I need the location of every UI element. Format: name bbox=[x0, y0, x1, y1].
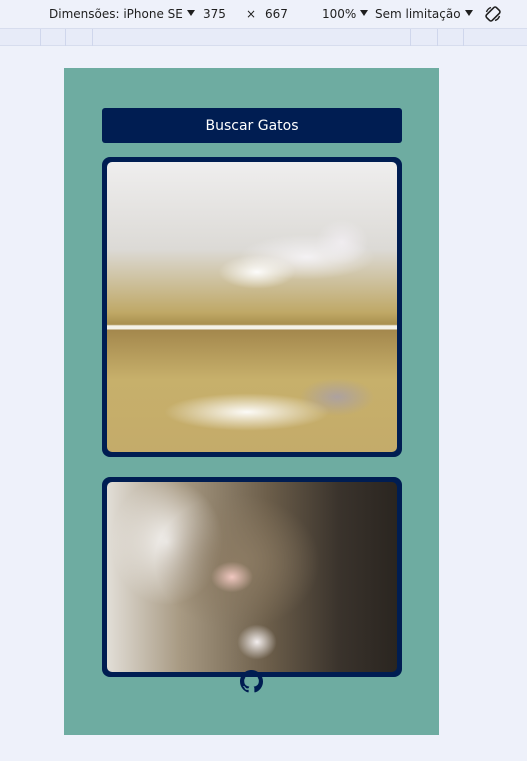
ruler-tick bbox=[92, 29, 93, 46]
device-viewport: Buscar Gatos bbox=[64, 68, 439, 735]
media-query-ruler bbox=[0, 28, 527, 46]
rotate-icon bbox=[485, 6, 501, 22]
github-link[interactable] bbox=[240, 670, 263, 693]
devtools-toolbar: Dimensões: iPhone SE 375 × 667 100% Sem … bbox=[0, 0, 527, 28]
chevron-down-icon bbox=[360, 10, 369, 16]
ruler-tick bbox=[65, 29, 66, 46]
ruler-tick bbox=[40, 29, 41, 46]
ruler-tick bbox=[437, 29, 438, 46]
chevron-down-icon bbox=[464, 10, 473, 16]
cat-photo bbox=[107, 482, 397, 672]
zoom-dropdown[interactable]: 100% bbox=[322, 7, 369, 21]
ruler-tick bbox=[410, 29, 411, 46]
fetch-cats-button[interactable]: Buscar Gatos bbox=[102, 108, 402, 143]
throttling-dropdown[interactable]: Sem limitação bbox=[375, 7, 473, 21]
viewport-height-input[interactable]: 667 bbox=[265, 7, 288, 21]
github-icon bbox=[240, 670, 263, 693]
viewport-width-input[interactable]: 375 bbox=[203, 7, 226, 21]
rotate-button[interactable] bbox=[484, 5, 502, 26]
ruler-tick bbox=[463, 29, 464, 46]
device-dimensions-dropdown[interactable]: Dimensões: iPhone SE bbox=[49, 7, 195, 21]
device-dimensions-label: Dimensões: iPhone SE bbox=[49, 7, 183, 21]
cat-photo bbox=[107, 162, 397, 452]
chevron-down-icon bbox=[186, 10, 195, 16]
throttling-label: Sem limitação bbox=[375, 7, 461, 21]
zoom-label: 100% bbox=[322, 7, 357, 21]
cat-card bbox=[102, 477, 402, 677]
dimension-separator: × bbox=[246, 7, 257, 21]
cat-card bbox=[102, 157, 402, 457]
